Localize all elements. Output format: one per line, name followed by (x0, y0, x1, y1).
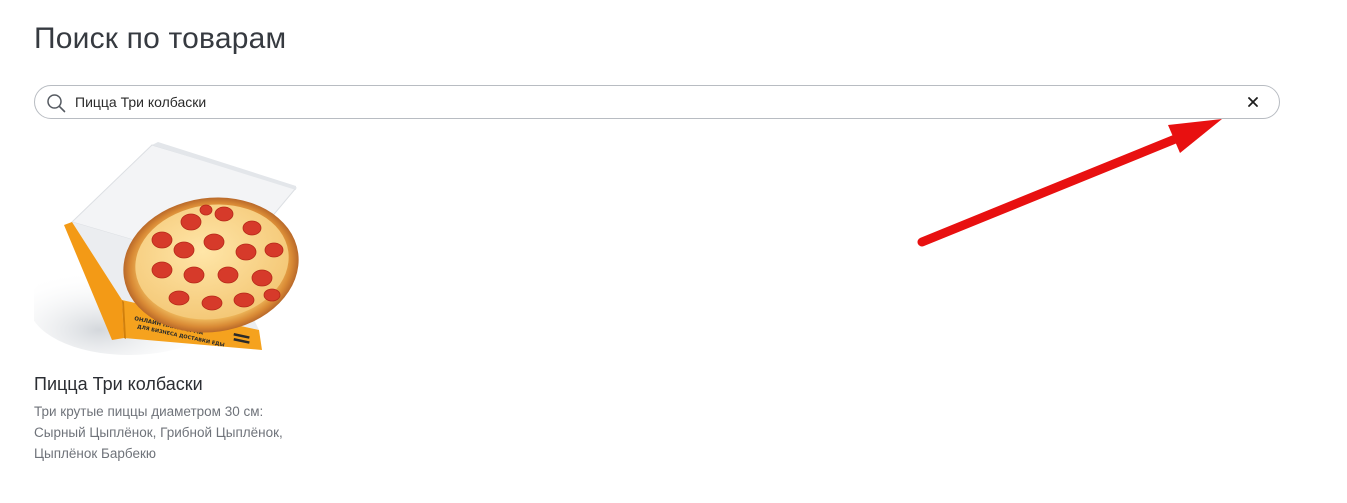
red-arrow-annotation (917, 119, 1222, 247)
product-description: Три крутые пиццы диаметром 30 см: Сырный… (34, 404, 283, 461)
search-icon (47, 94, 66, 113)
close-icon[interactable] (1245, 94, 1261, 110)
page-title: Поиск по товарам (34, 22, 287, 55)
product-name[interactable]: Пицца Три колбаски (34, 374, 203, 395)
pizza-box-image[interactable]: ОНЛАЙН ПЛАТФОРМА ДЛЯ БИЗНЕСА ДОСТАВКИ ЕД… (34, 140, 304, 360)
